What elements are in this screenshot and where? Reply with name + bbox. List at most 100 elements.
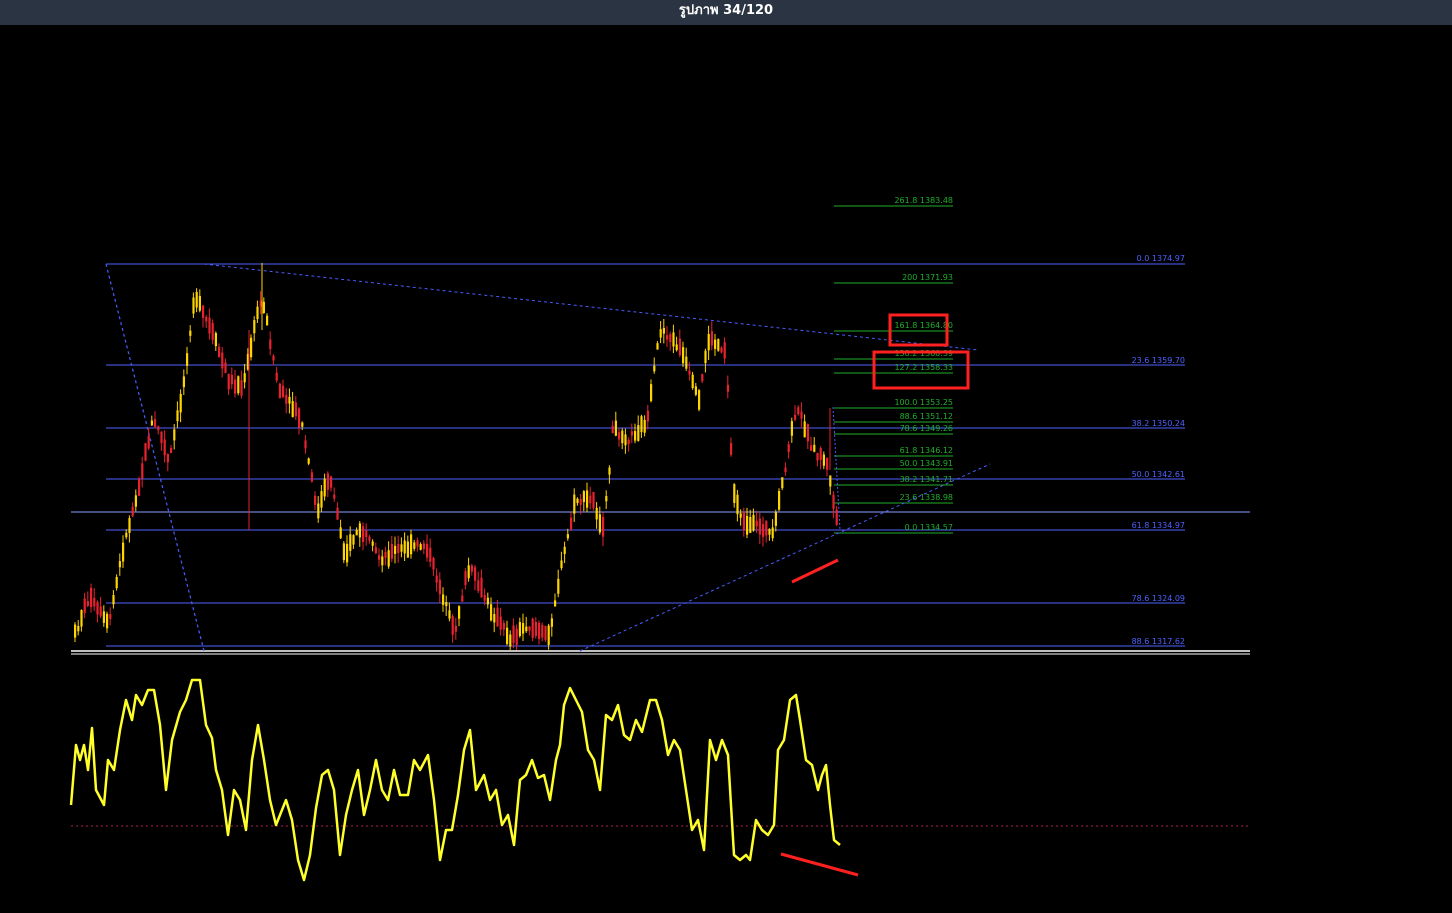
- candle-body: [618, 432, 621, 440]
- candle-body: [509, 634, 512, 647]
- candle-body: [294, 402, 297, 417]
- candle-body: [205, 316, 208, 322]
- candle-body: [371, 541, 374, 546]
- candle-body: [211, 322, 214, 341]
- candle-body: [355, 529, 358, 536]
- candle-body: [454, 625, 457, 632]
- extension-label: 161.8 1364.80: [894, 321, 953, 330]
- extension-label: 78.6 1349.26: [900, 424, 953, 433]
- candle-body: [365, 530, 368, 537]
- extension-label: 23.6 1338.98: [900, 493, 953, 502]
- candle-body: [374, 547, 377, 554]
- candle-body: [138, 479, 141, 496]
- candle-body: [720, 347, 723, 353]
- candle-body: [218, 346, 221, 358]
- candle-body: [835, 509, 838, 525]
- candle-body: [442, 594, 445, 605]
- candle-body: [330, 476, 333, 488]
- candle-body: [803, 421, 806, 438]
- candle-body: [822, 454, 825, 466]
- candle-body: [608, 467, 611, 475]
- candle-body: [806, 424, 809, 442]
- candle-body: [333, 494, 336, 499]
- candle-body: [304, 440, 307, 449]
- candle-body: [678, 338, 681, 356]
- candle-body: [461, 595, 464, 602]
- candle-body: [166, 454, 169, 463]
- candle-body: [102, 611, 105, 623]
- candle-body: [499, 616, 502, 630]
- candle-body: [262, 301, 265, 314]
- candle-body: [701, 374, 704, 382]
- candle-body: [381, 556, 384, 566]
- retracement-label: 0.0 1374.97: [1137, 254, 1185, 263]
- candle-body: [109, 614, 112, 619]
- candle-body: [810, 445, 813, 451]
- candle-body: [614, 420, 617, 436]
- candle-body: [637, 425, 640, 441]
- candle-body: [611, 425, 614, 434]
- candle-body: [310, 472, 313, 482]
- candle-body: [723, 342, 726, 359]
- candle-body: [531, 618, 534, 638]
- candle-body: [694, 386, 697, 395]
- divergence-line-oscillator: [780, 852, 859, 877]
- candle-body: [240, 380, 243, 396]
- candle-body: [534, 622, 537, 636]
- candle-body: [496, 607, 499, 627]
- extension-label: 261.8 1383.48: [894, 196, 953, 205]
- extension-label: 0.0 1334.57: [905, 523, 953, 532]
- candle-body: [160, 431, 163, 444]
- candle-body: [182, 376, 185, 388]
- candle-body: [554, 600, 557, 607]
- candle-body: [176, 410, 179, 422]
- candle-body: [93, 597, 96, 607]
- candle-body: [115, 576, 118, 589]
- candle-body: [800, 411, 803, 419]
- candle-body: [477, 580, 480, 591]
- upper-trendline: [203, 263, 979, 351]
- candle-body: [413, 542, 416, 549]
- candle-body: [512, 625, 515, 643]
- candle-body: [179, 393, 182, 413]
- candle-body: [307, 458, 310, 464]
- candle-body: [518, 622, 521, 637]
- candle-body: [221, 352, 224, 369]
- candle-body: [755, 520, 758, 527]
- candle-body: [493, 614, 496, 623]
- oscillator-panel: [69, 678, 1250, 882]
- candle-body: [570, 517, 573, 530]
- candle-body: [426, 543, 429, 558]
- candle-body: [435, 575, 438, 583]
- highlight-box: [888, 313, 949, 347]
- candle-body: [387, 550, 390, 567]
- candle-body: [202, 305, 205, 318]
- candle-body: [669, 334, 672, 343]
- retracement-label: 78.6 1324.09: [1132, 594, 1185, 603]
- candle-body: [752, 514, 755, 531]
- candle-body: [445, 602, 448, 607]
- candle-body: [730, 443, 733, 455]
- candle-body: [765, 521, 768, 536]
- candle-body: [758, 518, 761, 535]
- candle-body: [682, 347, 685, 364]
- extension-label: 127.2 1358.33: [894, 363, 953, 372]
- candle-body: [621, 430, 624, 444]
- candle-body: [99, 606, 102, 616]
- candle-body: [410, 534, 413, 555]
- candle-body: [458, 606, 461, 619]
- candle-body: [778, 491, 781, 510]
- candle-body: [557, 578, 560, 594]
- candle-body: [256, 306, 259, 320]
- candle-body: [714, 339, 717, 349]
- candle-body: [128, 518, 131, 533]
- trendlines: [105, 263, 991, 652]
- candle-body: [214, 333, 217, 347]
- chart-area[interactable]: 0.0 1374.97 23.6 1359.70 38.2 1350.24 50.0 …: [0, 25, 1452, 913]
- candle-body: [80, 610, 83, 627]
- candle-body: [390, 543, 393, 559]
- candle-body: [483, 594, 486, 601]
- candle-body: [781, 477, 784, 489]
- candle-body: [541, 624, 544, 638]
- candle-body: [170, 447, 173, 453]
